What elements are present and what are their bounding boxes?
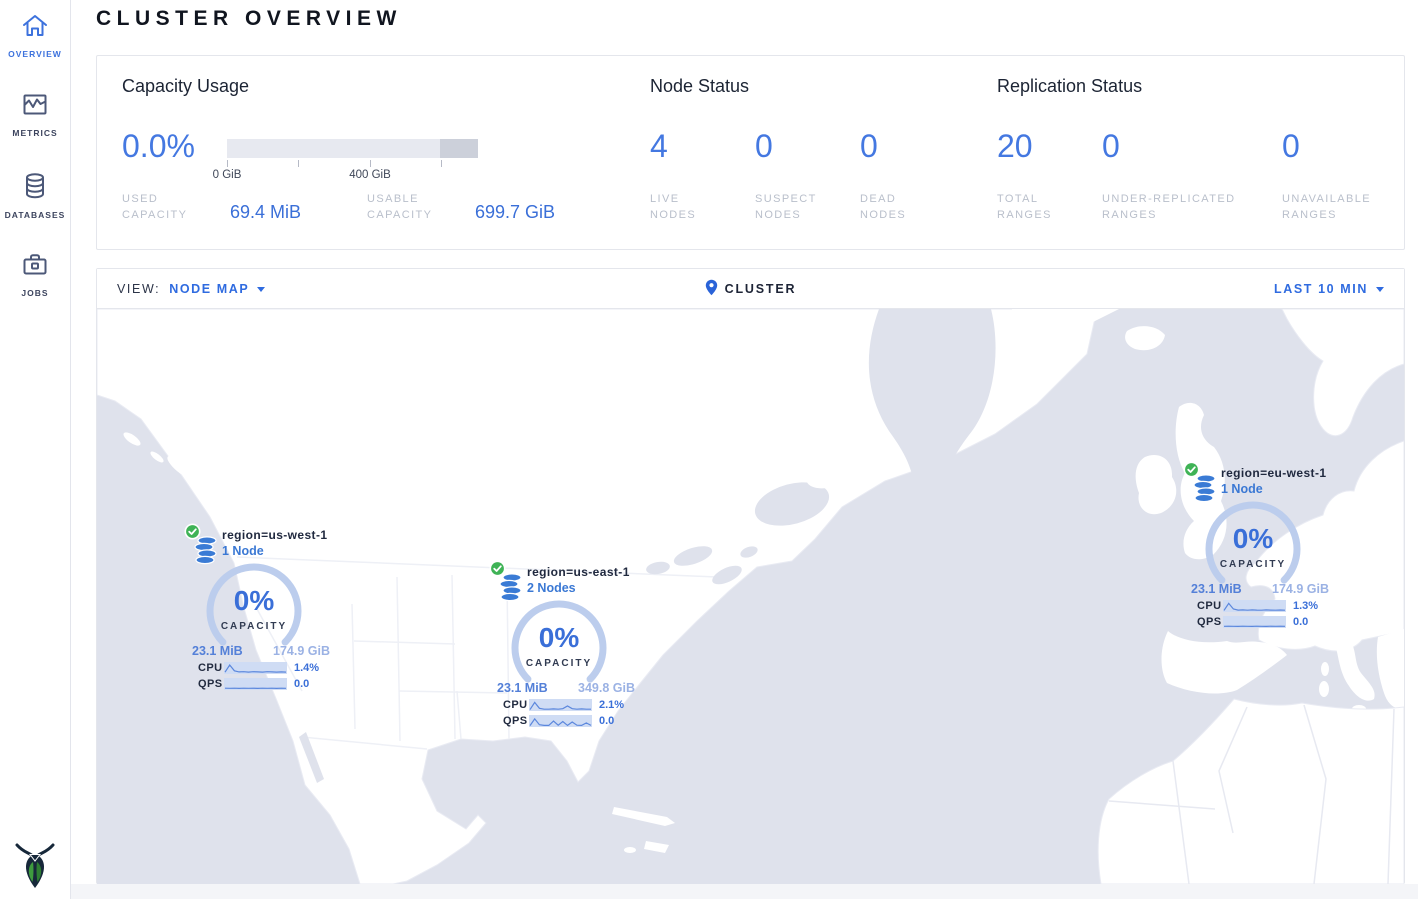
cockroachdb-logo[interactable] [13, 840, 57, 890]
sidebar: OVERVIEW METRICS DATABASES [0, 0, 71, 899]
suspect-nodes-value: 0 [755, 128, 773, 165]
capacity-percent: 0% [204, 585, 304, 617]
cpu-value: 2.1% [599, 699, 624, 711]
jobs-icon [21, 251, 49, 283]
sidebar-item-overview[interactable]: OVERVIEW [0, 13, 70, 59]
capacity-total-value: 349.8 GiB [578, 681, 635, 695]
under-replicated-ranges-value: 0 [1102, 128, 1120, 165]
replication-status-title: Replication Status [997, 76, 1142, 97]
sidebar-item-databases[interactable]: DATABASES [0, 172, 70, 220]
node-count[interactable]: 1 Node [1221, 482, 1263, 496]
qps-value: 0.0 [599, 715, 614, 727]
time-range-value: LAST 10 MIN [1274, 282, 1368, 296]
qps-sparkline [1223, 616, 1286, 628]
map-toolbar: VIEW: NODE MAP CLUSTER LAST 10 MIN [97, 269, 1404, 309]
cpu-sparkline [224, 662, 287, 674]
used-capacity-label: USED CAPACITY [122, 191, 212, 223]
node-count[interactable]: 1 Node [222, 544, 264, 558]
capacity-used-value: 23.1 MiB [1191, 582, 1242, 596]
capacity-bar-reserved-segment [440, 139, 478, 158]
sidebar-item-jobs[interactable]: JOBS [0, 251, 70, 298]
qps-label: QPS [198, 678, 222, 690]
cluster-summary-panel: Capacity Usage 0.0% 0 GiB 400 GiB USED C… [96, 55, 1405, 250]
capacity-axis-tick [227, 160, 228, 167]
used-capacity-value: 69.4 MiB [230, 202, 301, 223]
capacity-axis-label-400: 400 GiB [335, 169, 405, 181]
capacity-percent: 0% [509, 622, 609, 654]
node-map-panel: VIEW: NODE MAP CLUSTER LAST 10 MIN [96, 268, 1405, 884]
live-nodes-label: LIVE NODES [650, 191, 730, 223]
capacity-caption: CAPACITY [1203, 559, 1303, 570]
qps-label: QPS [503, 715, 527, 727]
qps-value: 0.0 [294, 678, 309, 690]
time-range-dropdown[interactable]: LAST 10 MIN [1274, 269, 1384, 308]
total-ranges-value: 20 [997, 128, 1033, 165]
sidebar-label-databases: DATABASES [0, 210, 70, 220]
capacity-caption: CAPACITY [204, 621, 304, 632]
map-pin-icon [705, 279, 718, 296]
capacity-axis-tick [370, 160, 371, 167]
sidebar-label-metrics: METRICS [0, 128, 70, 138]
sidebar-item-metrics[interactable]: METRICS [0, 92, 70, 138]
node-region-marker-us-west-1[interactable]: region=us-west-1 1 Node 0% CAPACITY 23.1… [182, 522, 334, 692]
node-count[interactable]: 2 Nodes [527, 581, 576, 595]
capacity-axis-tick [298, 160, 299, 167]
region-label: region=us-west-1 [222, 528, 327, 542]
capacity-axis-label-0: 0 GiB [192, 169, 262, 181]
capacity-percent: 0% [1203, 523, 1303, 555]
breadcrumb-cluster-label: CLUSTER [725, 282, 797, 296]
page-title: CLUSTER OVERVIEW [96, 7, 402, 31]
capacity-usage-title: Capacity Usage [122, 76, 249, 97]
capacity-used-value: 23.1 MiB [192, 644, 243, 658]
cpu-value: 1.3% [1293, 600, 1318, 612]
databases-icon [21, 172, 49, 205]
capacity-used-percent: 0.0% [122, 128, 195, 165]
cpu-label: CPU [1197, 600, 1221, 612]
home-icon [21, 13, 49, 44]
node-region-marker-us-east-1[interactable]: region=us-east-1 2 Nodes 0% CAPACITY 23.… [487, 559, 639, 729]
region-label: region=eu-west-1 [1221, 466, 1326, 480]
node-region-marker-eu-west-1[interactable]: region=eu-west-1 1 Node 0% CAPACITY 23.1… [1181, 460, 1333, 630]
breadcrumb[interactable]: CLUSTER [97, 269, 1404, 308]
usable-capacity-label: USABLE CAPACITY [367, 191, 457, 223]
sidebar-label-jobs: JOBS [0, 288, 70, 298]
under-replicated-ranges-label: UNDER-REPLICATED RANGES [1102, 191, 1262, 223]
capacity-total-value: 174.9 GiB [273, 644, 330, 658]
capacity-bar [227, 139, 478, 158]
live-nodes-value: 4 [650, 128, 668, 165]
qps-sparkline [529, 715, 592, 727]
cpu-sparkline [529, 699, 592, 711]
usable-capacity-value: 699.7 GiB [475, 202, 555, 223]
region-label: region=us-east-1 [527, 565, 630, 579]
corsica [1321, 662, 1329, 676]
qps-value: 0.0 [1293, 616, 1308, 628]
chevron-down-icon [1376, 287, 1384, 292]
node-status-title: Node Status [650, 76, 749, 97]
main-content: CLUSTER OVERVIEW Capacity Usage 0.0% 0 G… [71, 0, 1418, 884]
total-ranges-label: TOTAL RANGES [997, 191, 1077, 223]
capacity-total-value: 174.9 GiB [1272, 582, 1329, 596]
sardinia [1319, 681, 1329, 697]
qps-sparkline [224, 678, 287, 690]
capacity-caption: CAPACITY [509, 658, 609, 669]
dead-nodes-value: 0 [860, 128, 878, 165]
dead-nodes-label: DEAD NODES [860, 191, 940, 223]
cpu-label: CPU [198, 662, 222, 674]
suspect-nodes-label: SUSPECT NODES [755, 191, 835, 223]
capacity-used-value: 23.1 MiB [497, 681, 548, 695]
sidebar-label-overview: OVERVIEW [0, 49, 70, 59]
node-map: region=us-west-1 1 Node 0% CAPACITY 23.1… [97, 309, 1404, 884]
cpu-label: CPU [503, 699, 527, 711]
unavailable-ranges-label: UNAVAILABLE RANGES [1282, 191, 1397, 223]
qps-label: QPS [1197, 616, 1221, 628]
capacity-axis-tick [441, 160, 442, 167]
unavailable-ranges-value: 0 [1282, 128, 1300, 165]
cpu-sparkline [1223, 600, 1286, 612]
cpu-value: 1.4% [294, 662, 319, 674]
metrics-icon [21, 92, 49, 123]
